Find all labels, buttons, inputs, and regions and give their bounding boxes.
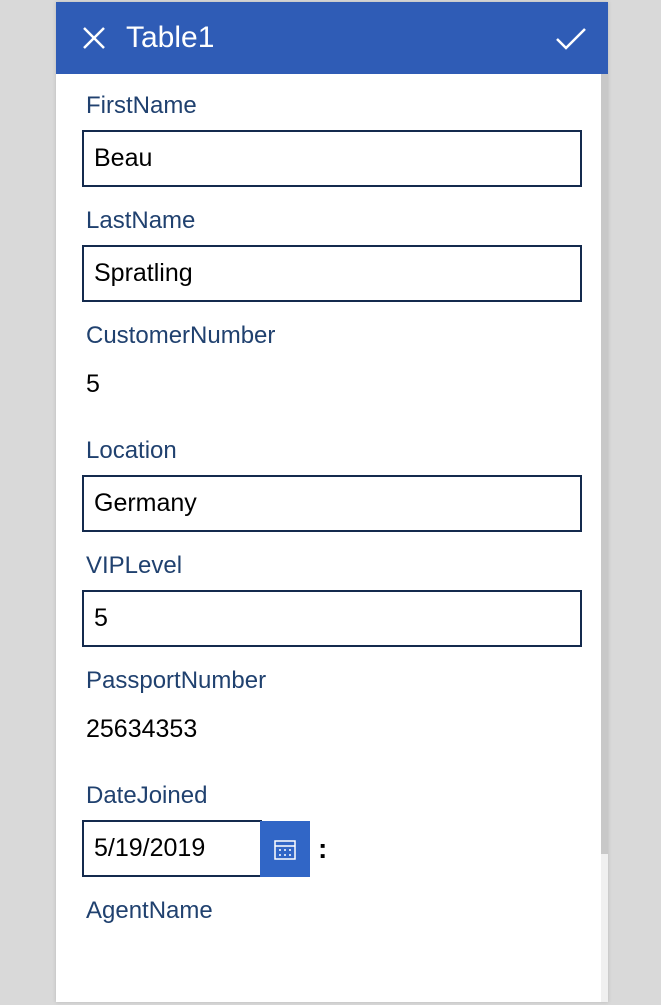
field-firstname: FirstName <box>82 92 582 187</box>
label-viplevel: VIPLevel <box>86 552 582 580</box>
scrollbar[interactable] <box>601 74 608 1002</box>
panel-title: Table1 <box>126 21 554 55</box>
value-passportnumber: 25634353 <box>82 705 582 762</box>
label-datejoined: DateJoined <box>86 782 582 810</box>
label-passportnumber: PassportNumber <box>86 667 582 695</box>
label-customernumber: CustomerNumber <box>86 322 582 350</box>
datepicker-button[interactable] <box>260 821 310 877</box>
edit-panel: Table1 FirstName LastName CustomerNumber… <box>56 2 608 1002</box>
field-customernumber: CustomerNumber 5 <box>82 322 582 417</box>
label-agentname: AgentName <box>86 897 582 925</box>
check-icon <box>555 26 587 50</box>
calendar-icon <box>274 838 296 860</box>
field-lastname: LastName <box>82 207 582 302</box>
time-separator: : <box>318 833 327 865</box>
input-firstname[interactable] <box>82 130 582 187</box>
date-row: : <box>82 820 582 877</box>
label-lastname: LastName <box>86 207 582 235</box>
field-location: Location <box>82 437 582 532</box>
field-passportnumber: PassportNumber 25634353 <box>82 667 582 762</box>
field-agentname: AgentName <box>82 897 582 925</box>
field-viplevel: VIPLevel <box>82 552 582 647</box>
confirm-button[interactable] <box>554 21 588 55</box>
value-customernumber: 5 <box>82 360 582 417</box>
app-frame: Table1 FirstName LastName CustomerNumber… <box>0 0 661 1005</box>
input-location[interactable] <box>82 475 582 532</box>
input-datejoined[interactable] <box>82 820 262 877</box>
form-body[interactable]: FirstName LastName CustomerNumber 5 Loca… <box>56 74 608 1002</box>
input-viplevel[interactable] <box>82 590 582 647</box>
label-firstname: FirstName <box>86 92 582 120</box>
scrollbar-thumb[interactable] <box>601 74 608 854</box>
label-location: Location <box>86 437 582 465</box>
field-datejoined: DateJoined <box>82 782 582 877</box>
panel-header: Table1 <box>56 2 608 74</box>
close-icon <box>82 26 106 50</box>
input-lastname[interactable] <box>82 245 582 302</box>
close-button[interactable] <box>80 24 108 52</box>
